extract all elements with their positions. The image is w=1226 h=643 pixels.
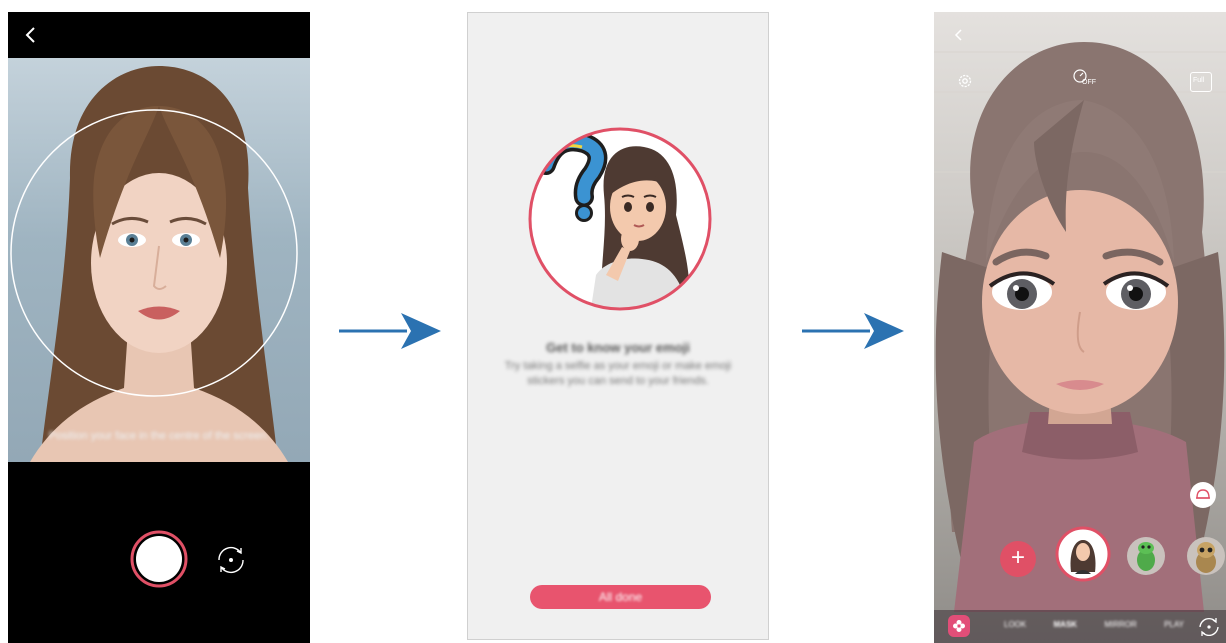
dinosaur-avatar-thumbnail[interactable] bbox=[1126, 536, 1166, 576]
timer-button[interactable]: OFF bbox=[1070, 68, 1104, 94]
tab-mask[interactable]: MASK bbox=[1054, 620, 1078, 629]
emoji-avatar-illustration bbox=[528, 127, 712, 311]
add-emoji-label: + bbox=[1010, 544, 1025, 571]
aspect-ratio-label: Full bbox=[1193, 77, 1205, 84]
tab-play[interactable]: PLAY bbox=[1164, 620, 1184, 629]
face-capture-screen: Position your face in the centre of the … bbox=[8, 12, 310, 643]
intro-title: Get to know your emoji bbox=[546, 340, 690, 355]
capture-hint-text: Position your face in the centre of the … bbox=[48, 430, 270, 442]
shutter-button[interactable] bbox=[130, 530, 188, 588]
flower-icon bbox=[953, 620, 965, 632]
timer-label: OFF bbox=[1082, 79, 1096, 86]
gear-icon[interactable] bbox=[956, 72, 974, 90]
top-bar bbox=[8, 12, 310, 58]
flow-arrow-2-icon bbox=[802, 313, 904, 349]
all-done-label: All done bbox=[598, 590, 643, 604]
aspect-ratio-button[interactable]: Full bbox=[1190, 72, 1212, 92]
switch-camera-icon[interactable] bbox=[213, 542, 249, 578]
back-arrow-icon[interactable] bbox=[20, 24, 42, 46]
sticker-button[interactable] bbox=[1190, 482, 1216, 508]
mode-tabs: LOOK MASK MIRROR PLAY bbox=[1004, 620, 1184, 629]
camera-preview: Position your face in the centre of the … bbox=[8, 58, 310, 462]
intro-description: Try taking a selfie as your emoji or mak… bbox=[504, 360, 732, 387]
sloth-avatar-thumbnail[interactable] bbox=[1186, 536, 1226, 576]
sticker-icon bbox=[1196, 489, 1210, 499]
tab-mirror[interactable]: MIRROR bbox=[1104, 620, 1136, 629]
tab-look[interactable]: LOOK bbox=[1004, 620, 1026, 629]
all-done-button[interactable]: All done bbox=[530, 585, 711, 609]
add-emoji-button[interactable]: + bbox=[1000, 541, 1036, 577]
sticker-store-button[interactable] bbox=[948, 615, 970, 637]
face-photo bbox=[10, 66, 298, 462]
back-arrow-icon[interactable] bbox=[952, 28, 966, 42]
emoji-intro-screen: Get to know your emoji Try taking a self… bbox=[467, 12, 769, 640]
switch-camera-icon[interactable] bbox=[1196, 614, 1222, 640]
selected-avatar-thumbnail[interactable] bbox=[1055, 526, 1111, 582]
flow-arrow-1-icon bbox=[339, 313, 441, 349]
ar-emoji-camera-screen: OFF Full + LOOK MASK MIRROR PLAY bbox=[934, 12, 1226, 643]
